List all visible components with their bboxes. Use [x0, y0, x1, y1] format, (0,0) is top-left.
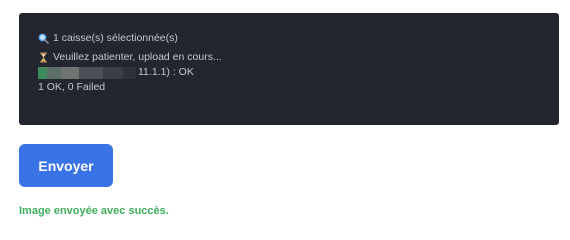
- send-button[interactable]: Envoyer: [19, 144, 113, 187]
- success-message: Image envoyée avec succès.: [19, 205, 169, 217]
- log-line-text: 11.1.1) : OK: [138, 66, 194, 78]
- log-line-summary: 1 OK, 0 Failed: [38, 80, 559, 95]
- log-line-text: Veuillez patienter, upload en cours...: [53, 51, 222, 63]
- redacted-host-block: [38, 66, 136, 79]
- log-line-text: 1 OK, 0 Failed: [38, 81, 106, 93]
- upload-log-console: 1 caisse(s) sélectionnée(s) Veuillez pat…: [19, 13, 559, 125]
- log-line-waiting: Veuillez patienter, upload en cours...: [38, 50, 559, 65]
- log-line-result: 11.1.1) : OK: [38, 65, 559, 80]
- upload-page: 1 caisse(s) sélectionnée(s) Veuillez pat…: [0, 0, 570, 231]
- magnifier-icon: [38, 33, 49, 44]
- log-line-selection: 1 caisse(s) sélectionnée(s): [38, 31, 559, 46]
- hourglass-icon: [38, 52, 49, 63]
- log-line-text: 1 caisse(s) sélectionnée(s): [53, 32, 178, 44]
